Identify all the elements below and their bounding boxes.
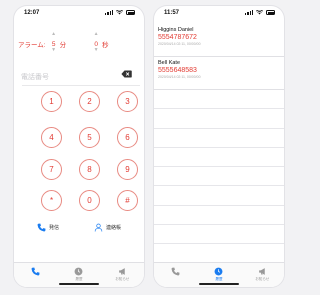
call-date: 2020/04/14 02:11, 00/00/00 — [158, 75, 201, 79]
wifi-icon — [256, 10, 263, 15]
megaphone-icon — [118, 268, 125, 275]
tab-label: お知らせ — [255, 277, 270, 281]
status-icons — [245, 10, 275, 15]
empty-row — [154, 90, 284, 110]
second-down-icon[interactable]: ▼ — [93, 47, 99, 53]
key-7[interactable]: 7 — [41, 159, 62, 180]
dialer-screen: 12:07 アラーム: ▲ 5 ▼ 分 ▲ 0 ▼ 秒 1 2 3 4 5 6 — [14, 6, 144, 287]
battery-icon — [266, 10, 275, 15]
clock-icon — [75, 267, 83, 276]
tab-dialer[interactable] — [161, 267, 191, 277]
contact-number: 5554787672 — [158, 34, 197, 41]
call-button[interactable]: 発信 — [37, 223, 59, 232]
person-icon — [94, 223, 103, 232]
empty-row — [154, 167, 284, 187]
minute-up-icon[interactable]: ▲ — [51, 31, 57, 37]
tab-label: 履歴 — [215, 277, 223, 281]
contacts-label: 連絡帳 — [106, 225, 122, 231]
tab-label: 履歴 — [75, 277, 83, 281]
battery-icon — [126, 10, 135, 15]
key-hash[interactable]: # — [117, 190, 138, 211]
phone-number-input[interactable] — [21, 72, 116, 82]
empty-row — [154, 109, 284, 129]
key-2[interactable]: 2 — [79, 91, 100, 112]
call-date: 2020/04/14 02:11, 00/00/00 — [158, 42, 201, 46]
phone-icon — [171, 267, 180, 276]
empty-row — [154, 148, 284, 168]
backspace-icon[interactable] — [121, 70, 132, 78]
contact-name: Higgins Daniel — [158, 27, 194, 33]
wifi-icon — [116, 10, 123, 15]
key-6[interactable]: 6 — [117, 127, 138, 148]
empty-row — [154, 129, 284, 148]
alarm-setting: アラーム: ▲ 5 ▼ 分 ▲ 0 ▼ 秒 — [18, 31, 109, 52]
signal-icon — [245, 10, 253, 15]
key-star[interactable]: * — [41, 190, 62, 211]
history-row[interactable]: Higgins Daniel 5554787672 2020/04/14 02:… — [154, 24, 284, 57]
contact-number: 5555648583 — [158, 67, 197, 74]
status-time: 12:07 — [24, 10, 40, 16]
tab-dialer[interactable] — [21, 267, 51, 277]
signal-icon — [105, 10, 113, 15]
call-history-list: Higgins Daniel 5554787672 2020/04/14 02:… — [154, 24, 284, 245]
key-8[interactable]: 8 — [79, 159, 100, 180]
empty-row — [154, 225, 284, 245]
status-time: 11:57 — [164, 10, 180, 16]
alarm-label: アラーム: — [18, 42, 46, 49]
key-9[interactable]: 9 — [117, 159, 138, 180]
status-icons — [105, 10, 135, 15]
history-screen: 11:57 Higgins Daniel 5554787672 2020/04/… — [154, 6, 284, 287]
minute-stepper[interactable]: ▲ 5 ▼ — [50, 31, 58, 52]
phone-icon — [37, 223, 46, 232]
key-1[interactable]: 1 — [41, 91, 62, 112]
second-stepper[interactable]: ▲ 0 ▼ — [92, 31, 100, 52]
empty-row — [154, 186, 284, 206]
clock-icon — [215, 267, 223, 276]
status-bar: 12:07 — [14, 6, 144, 20]
key-4[interactable]: 4 — [41, 127, 62, 148]
tab-news[interactable]: お知らせ — [107, 267, 137, 282]
minute-down-icon[interactable]: ▼ — [51, 47, 57, 53]
tab-label: お知らせ — [115, 277, 130, 281]
home-indicator — [59, 283, 99, 285]
tab-history[interactable]: 履歴 — [64, 267, 94, 282]
home-indicator — [199, 283, 239, 285]
megaphone-icon — [258, 268, 265, 275]
status-bar: 11:57 — [154, 6, 284, 20]
minute-unit: 分 — [59, 42, 67, 49]
key-5[interactable]: 5 — [79, 127, 100, 148]
history-row[interactable]: Bell Kate 5555648583 2020/04/14 02:11, 0… — [154, 57, 284, 90]
tab-news[interactable]: お知らせ — [247, 267, 277, 282]
key-0[interactable]: 0 — [79, 190, 100, 211]
empty-row — [154, 206, 284, 226]
second-unit: 秒 — [102, 42, 109, 49]
tab-history[interactable]: 履歴 — [204, 267, 234, 282]
key-3[interactable]: 3 — [117, 91, 138, 112]
phone-icon — [31, 267, 40, 276]
contact-name: Bell Kate — [158, 60, 181, 66]
input-divider — [22, 85, 140, 86]
call-label: 発信 — [49, 225, 60, 231]
second-up-icon[interactable]: ▲ — [93, 31, 99, 37]
contacts-button[interactable]: 連絡帳 — [94, 223, 121, 232]
